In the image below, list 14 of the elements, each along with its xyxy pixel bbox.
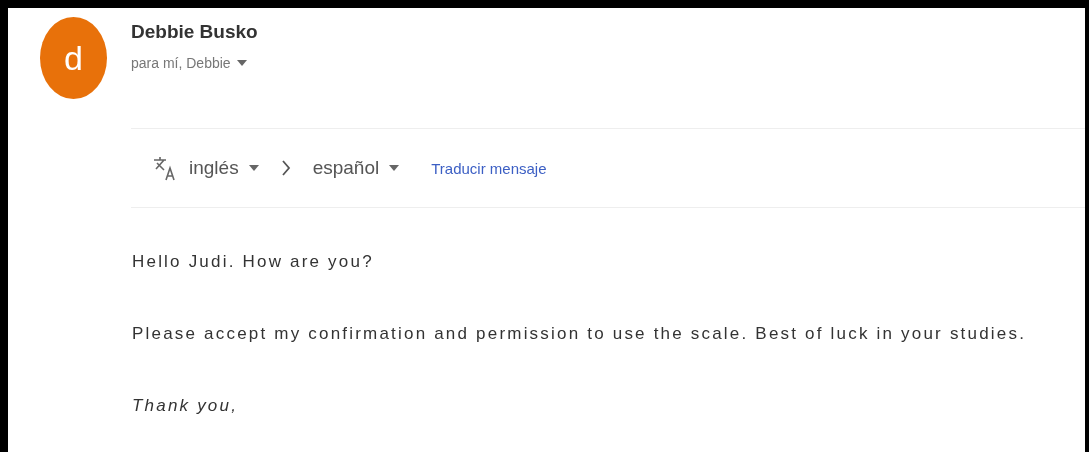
caret-icon[interactable] bbox=[389, 165, 400, 171]
sign-off-text: Thank you, bbox=[132, 396, 240, 416]
caret-icon[interactable] bbox=[236, 60, 247, 66]
caret-icon[interactable] bbox=[248, 165, 259, 171]
sender-name: Debbie Busko bbox=[131, 21, 258, 43]
source-language[interactable]: inglés bbox=[189, 157, 239, 179]
body-paragraph: Hello Judi. How are you? bbox=[132, 252, 375, 272]
translate-icon[interactable] bbox=[153, 155, 177, 181]
body-paragraph: Please accept my confirmation and permission to use the scale. Best of luck in your studies. bbox=[132, 324, 1028, 344]
avatar: d bbox=[40, 17, 107, 99]
translate-message-link[interactable]: Traducir mensaje bbox=[431, 159, 547, 177]
chevron-right-icon bbox=[280, 160, 291, 176]
recipients-text: para mí, Debbie bbox=[131, 55, 231, 71]
target-language[interactable]: español bbox=[312, 157, 380, 179]
